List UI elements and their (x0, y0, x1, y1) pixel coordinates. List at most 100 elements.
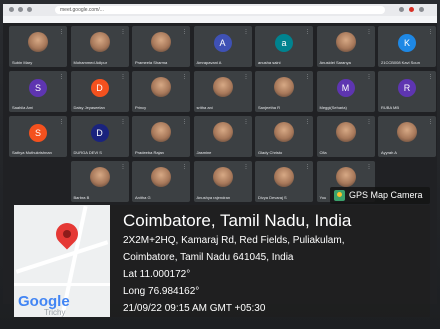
participant-tile[interactable]: ⋮ Jasmine (193, 116, 252, 157)
mic-muted-icon: ⋮ (120, 74, 126, 80)
participant-name: RUBA MB (381, 105, 400, 110)
participant-photo (335, 32, 356, 53)
mic-muted-icon: ⋮ (59, 74, 64, 80)
participant-name: anusha saini (258, 60, 281, 65)
participant-photo (274, 167, 294, 188)
participant-name: Cfia (319, 150, 327, 155)
address-bar[interactable]: meet.google.com/... (55, 6, 385, 14)
participant-tile[interactable]: ⋮ Mohammed Adipur (70, 26, 129, 67)
mic-muted-icon: ⋮ (182, 74, 187, 80)
browser-toolbar: meet.google.com/... (3, 4, 437, 16)
participant-name: Anitha G (135, 195, 151, 200)
participant-tile[interactable]: ⋮ Pradeeba Rajan (132, 116, 190, 157)
profile-icon[interactable] (409, 7, 414, 12)
participant-tile[interactable]: M ⋮ Meggi(Seharia) (316, 71, 375, 112)
participant-tile[interactable]: ⋮ Barbra B (70, 161, 129, 202)
participant-photo (151, 167, 171, 188)
participant-tile[interactable]: R ⋮ RUBA MB (378, 71, 436, 112)
mic-muted-icon: ⋮ (243, 29, 249, 35)
participant-tile[interactable]: ⋮ Subin Mary (9, 26, 67, 67)
reload-icon[interactable] (27, 7, 32, 12)
participant-name: Meggi(Seharia) (319, 105, 347, 110)
participant-tile[interactable]: ⋮ Princy (132, 71, 190, 112)
participant-name: Daisy Jeyaseelan (73, 105, 105, 110)
participant-tile[interactable]: ⋮ Cfia (316, 116, 375, 157)
participant-photo (212, 77, 233, 98)
mic-muted-icon: ⋮ (305, 164, 310, 170)
mic-muted-icon: ⋮ (120, 164, 126, 170)
participant-photo (28, 32, 48, 53)
mic-muted-icon: ⋮ (366, 74, 372, 80)
participant-tile[interactable]: D ⋮ Daisy Jeyaseelan (70, 71, 129, 112)
participant-photo (89, 32, 110, 53)
map-place-label: Trichy (44, 308, 66, 317)
participant-tile[interactable]: ⋮ Anitha G (132, 161, 190, 202)
back-icon[interactable] (9, 7, 14, 12)
mini-map: Google Trichy (14, 205, 110, 317)
participant-tile[interactable]: D ⋮ DURGA DEVI S (70, 116, 129, 157)
mic-muted-icon: ⋮ (182, 164, 187, 170)
mic-muted-icon: ⋮ (243, 119, 249, 125)
participant-avatar: R (398, 79, 416, 98)
participant-tile[interactable]: A ⋮ Amrapavani A (193, 26, 252, 67)
participant-tile[interactable]: K ⋮ 21CCB008 Kavi Soun (378, 26, 436, 67)
participant-avatar: S (29, 79, 47, 98)
location-title: Coimbatore, Tamil Nadu, India (123, 211, 352, 230)
participant-photo (335, 122, 356, 143)
address-line-1: 2X2M+2HQ, Kamaraj Rd, Red Fields, Puliak… (123, 235, 345, 246)
badge-label: GPS Map Camera (349, 190, 423, 200)
gps-map-camera-badge: GPS Map Camera (330, 187, 430, 204)
participant-tile[interactable]: a ⋮ anusha saini (255, 26, 313, 67)
participant-tile[interactable]: ⋮ Divya Devaraj S (255, 161, 313, 202)
participant-avatar: A (213, 34, 232, 53)
mic-muted-icon: ⋮ (243, 164, 249, 170)
participant-tile[interactable]: ⋮ Anushya rajendran (193, 161, 252, 202)
menu-icon[interactable] (419, 7, 424, 12)
participant-name: You (319, 195, 327, 200)
participant-avatar: K (398, 34, 416, 53)
participant-photo (151, 32, 171, 53)
monitor-photo: meet.google.com/... ⋮ Subin Mary ⋮ Mohammed… (0, 0, 440, 329)
participant-name: Mohammed Adipur (73, 60, 108, 65)
participant-photo (397, 122, 417, 143)
mic-muted-icon: ⋮ (428, 74, 433, 80)
participant-name: Pradeeba Rajan (135, 150, 164, 155)
participant-name: DURGA DEVI S (73, 150, 102, 155)
participant-name: Prameela Sharma (135, 60, 168, 65)
participant-tile[interactable]: ⋮ Ayyrah A (378, 116, 436, 157)
participant-tile[interactable]: ⋮ Anusidei Saranya (316, 26, 375, 67)
participant-tile[interactable]: S ⋮ Saahila Ami (9, 71, 67, 112)
participant-avatar: D (90, 124, 109, 143)
gps-camera-icon (334, 190, 345, 201)
mic-muted-icon: ⋮ (366, 119, 372, 125)
participant-tile[interactable]: S ⋮ Sathya Muthukrishnan (9, 116, 67, 157)
participant-photo (151, 77, 171, 98)
latitude: Lat 11.000172° (123, 269, 191, 280)
participant-name: Amrapavani A (196, 60, 222, 65)
mic-muted-icon: ⋮ (120, 29, 126, 35)
mic-muted-icon: ⋮ (366, 29, 372, 35)
participant-avatar: S (29, 124, 47, 143)
participant-name: Divya Devaraj S (258, 195, 287, 200)
participant-avatar: a (275, 34, 293, 53)
participant-avatar: D (90, 79, 109, 98)
participant-name: Anushya rajendran (196, 195, 231, 200)
participant-photo (274, 122, 294, 143)
bookmarks-bar (3, 16, 437, 23)
participant-tile[interactable]: ⋮ Glady Christo (255, 116, 313, 157)
mic-muted-icon: ⋮ (243, 74, 249, 80)
mic-muted-icon: ⋮ (182, 119, 187, 125)
participant-tile[interactable]: ⋮ Prameela Sharma (132, 26, 190, 67)
participant-name: Glady Christo (258, 150, 283, 155)
map-road (14, 283, 110, 286)
participant-name: Jasmine (196, 150, 212, 155)
mic-muted-icon: ⋮ (305, 74, 310, 80)
extension-icon[interactable] (399, 7, 404, 12)
participant-photo (335, 167, 356, 188)
forward-icon[interactable] (18, 7, 23, 12)
mic-muted-icon: ⋮ (305, 29, 310, 35)
participant-name: 21CCB008 Kavi Soun (381, 60, 420, 65)
participant-tile[interactable]: ⋮ sritha ani (193, 71, 252, 112)
participant-tile[interactable]: ⋮ Sanjeetha R (255, 71, 313, 112)
participant-name: sritha ani (196, 105, 213, 110)
